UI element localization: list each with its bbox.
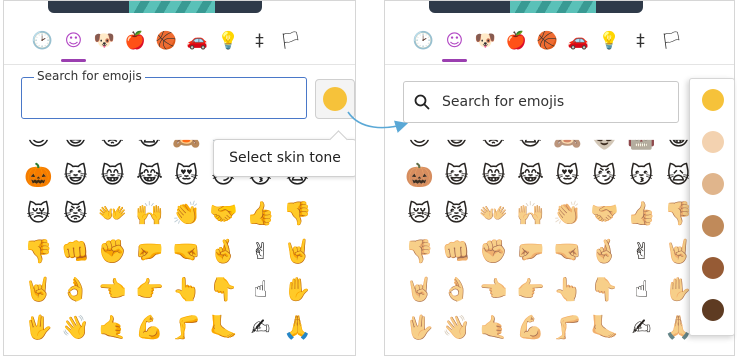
connector-arrow — [347, 111, 409, 133]
